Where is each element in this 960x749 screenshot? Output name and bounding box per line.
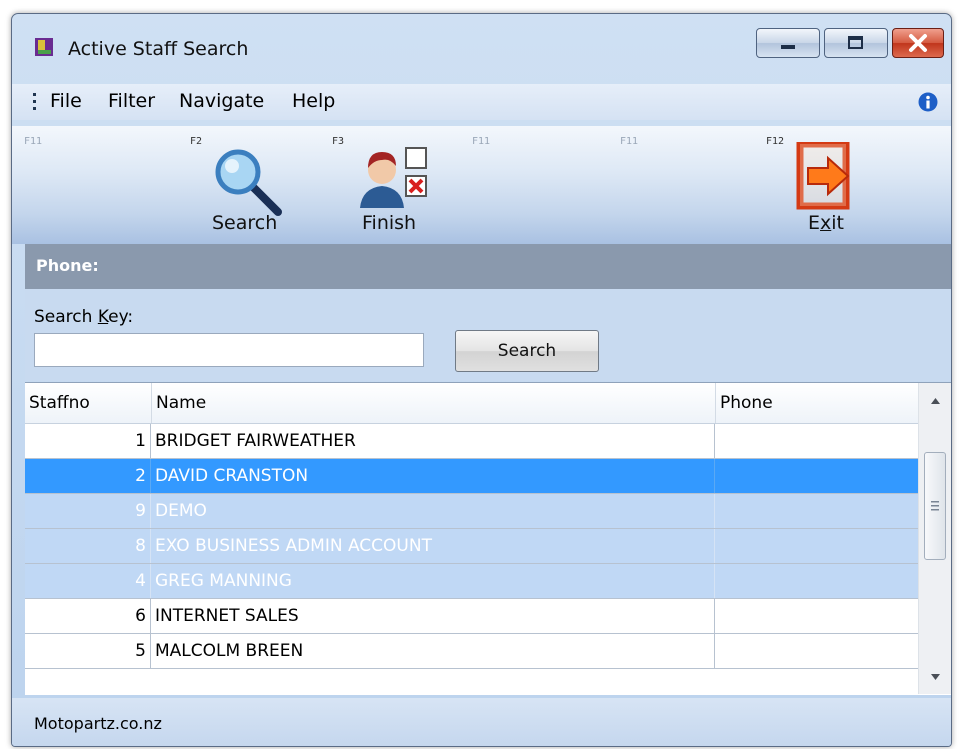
- search-magnifier-icon: [215, 149, 282, 216]
- fkey-label: F12: [766, 136, 785, 147]
- table-row[interactable]: 2 DAVID CRANSTON: [25, 459, 918, 494]
- staffno-cell: 6: [25, 599, 151, 633]
- menu-file[interactable]: File: [50, 90, 82, 112]
- menu-filter[interactable]: Filter: [108, 90, 155, 112]
- name-cell: DAVID CRANSTON: [151, 459, 715, 493]
- name-cell: EXO BUSINESS ADMIN ACCOUNT: [151, 529, 715, 563]
- minimize-button[interactable]: [756, 28, 820, 58]
- menu-bar: File Filter Navigate Help: [12, 84, 951, 120]
- vertical-scrollbar[interactable]: [918, 383, 952, 694]
- name-cell: INTERNET SALES: [151, 599, 715, 633]
- staffno-cell: 8: [25, 529, 151, 563]
- phone-cell: [715, 599, 918, 633]
- finish-person-icon: [360, 147, 427, 208]
- toolbar: F11 F2 Search F3 Finish F11 F11 F12 Exit: [12, 126, 951, 244]
- finish-tool-label: Finish: [362, 212, 417, 234]
- staffno-cell: 9: [25, 494, 151, 528]
- table-row[interactable]: 5 MALCOLM BREEN: [25, 634, 918, 669]
- phone-cell: [715, 424, 918, 458]
- name-cell: BRIDGET FAIRWEATHER: [151, 424, 715, 458]
- search-key-label: Search Key:: [34, 307, 134, 327]
- fkey-label: F2: [190, 136, 203, 147]
- status-company-name: Motopartz.co.nz: [34, 714, 162, 733]
- fkey-label: F11: [472, 136, 491, 147]
- scroll-down-icon[interactable]: [919, 660, 952, 694]
- app-icon: [35, 38, 53, 56]
- fkey-label: F11: [620, 136, 639, 147]
- phone-cell: [715, 529, 918, 563]
- search-panel: Search Key: Search: [25, 289, 951, 381]
- close-button[interactable]: [892, 28, 944, 58]
- name-cell: MALCOLM BREEN: [151, 634, 715, 668]
- grid-rows: 1 BRIDGET FAIRWEATHER 2 DAVID CRANSTON 9…: [25, 424, 918, 669]
- table-row[interactable]: 1 BRIDGET FAIRWEATHER: [25, 424, 918, 459]
- table-row[interactable]: 9 DEMO: [25, 494, 918, 529]
- title-bar[interactable]: Active Staff Search: [12, 14, 951, 80]
- minimize-icon: [781, 45, 795, 49]
- menu-navigate[interactable]: Navigate: [179, 90, 264, 112]
- staffno-cell: 1: [25, 424, 151, 458]
- grid-header: Staffno Name Phone: [25, 383, 918, 424]
- scroll-thumb[interactable]: [924, 452, 946, 560]
- menu-help[interactable]: Help: [292, 90, 335, 112]
- phone-cell: [715, 459, 918, 493]
- maximize-button[interactable]: [824, 28, 888, 58]
- staffno-cell: 4: [25, 564, 151, 598]
- window-title: Active Staff Search: [68, 38, 249, 60]
- phone-cell: [715, 564, 918, 598]
- table-row[interactable]: 4 GREG MANNING: [25, 564, 918, 599]
- thumb-grip-icon: [931, 501, 939, 511]
- info-icon[interactable]: [918, 92, 938, 112]
- exit-tool-label: Exit: [808, 212, 844, 234]
- active-staff-search-window: Active Staff Search File Filter Navigate…: [11, 13, 952, 747]
- search-button[interactable]: Search: [455, 330, 599, 372]
- exit-door-icon: [796, 142, 850, 210]
- phone-cell: [715, 494, 918, 528]
- search-key-input[interactable]: [34, 333, 424, 367]
- phone-label: Phone:: [36, 256, 99, 275]
- column-header-staffno[interactable]: Staffno: [25, 383, 151, 423]
- phone-header-band: Phone:: [25, 244, 951, 289]
- scroll-up-icon[interactable]: [919, 383, 952, 417]
- close-icon: [909, 34, 927, 52]
- table-row[interactable]: 8 EXO BUSINESS ADMIN ACCOUNT: [25, 529, 918, 564]
- search-tool-label: Search: [212, 212, 278, 234]
- maximize-icon: [848, 36, 863, 49]
- staffno-cell: 5: [25, 634, 151, 668]
- fkey-label: F3: [332, 136, 345, 147]
- menu-grip-icon: [33, 93, 36, 110]
- name-cell: DEMO: [151, 494, 715, 528]
- column-header-phone[interactable]: Phone: [715, 383, 918, 423]
- column-header-name[interactable]: Name: [151, 383, 715, 423]
- name-cell: GREG MANNING: [151, 564, 715, 598]
- phone-cell: [715, 634, 918, 668]
- status-bar: Motopartz.co.nz: [12, 698, 951, 746]
- staff-results-grid: Staffno Name Phone 1 BRIDGET FAIRWEATHER…: [25, 382, 951, 695]
- table-row[interactable]: 6 INTERNET SALES: [25, 599, 918, 634]
- staffno-cell: 2: [25, 459, 151, 493]
- fkey-label: F11: [24, 136, 43, 147]
